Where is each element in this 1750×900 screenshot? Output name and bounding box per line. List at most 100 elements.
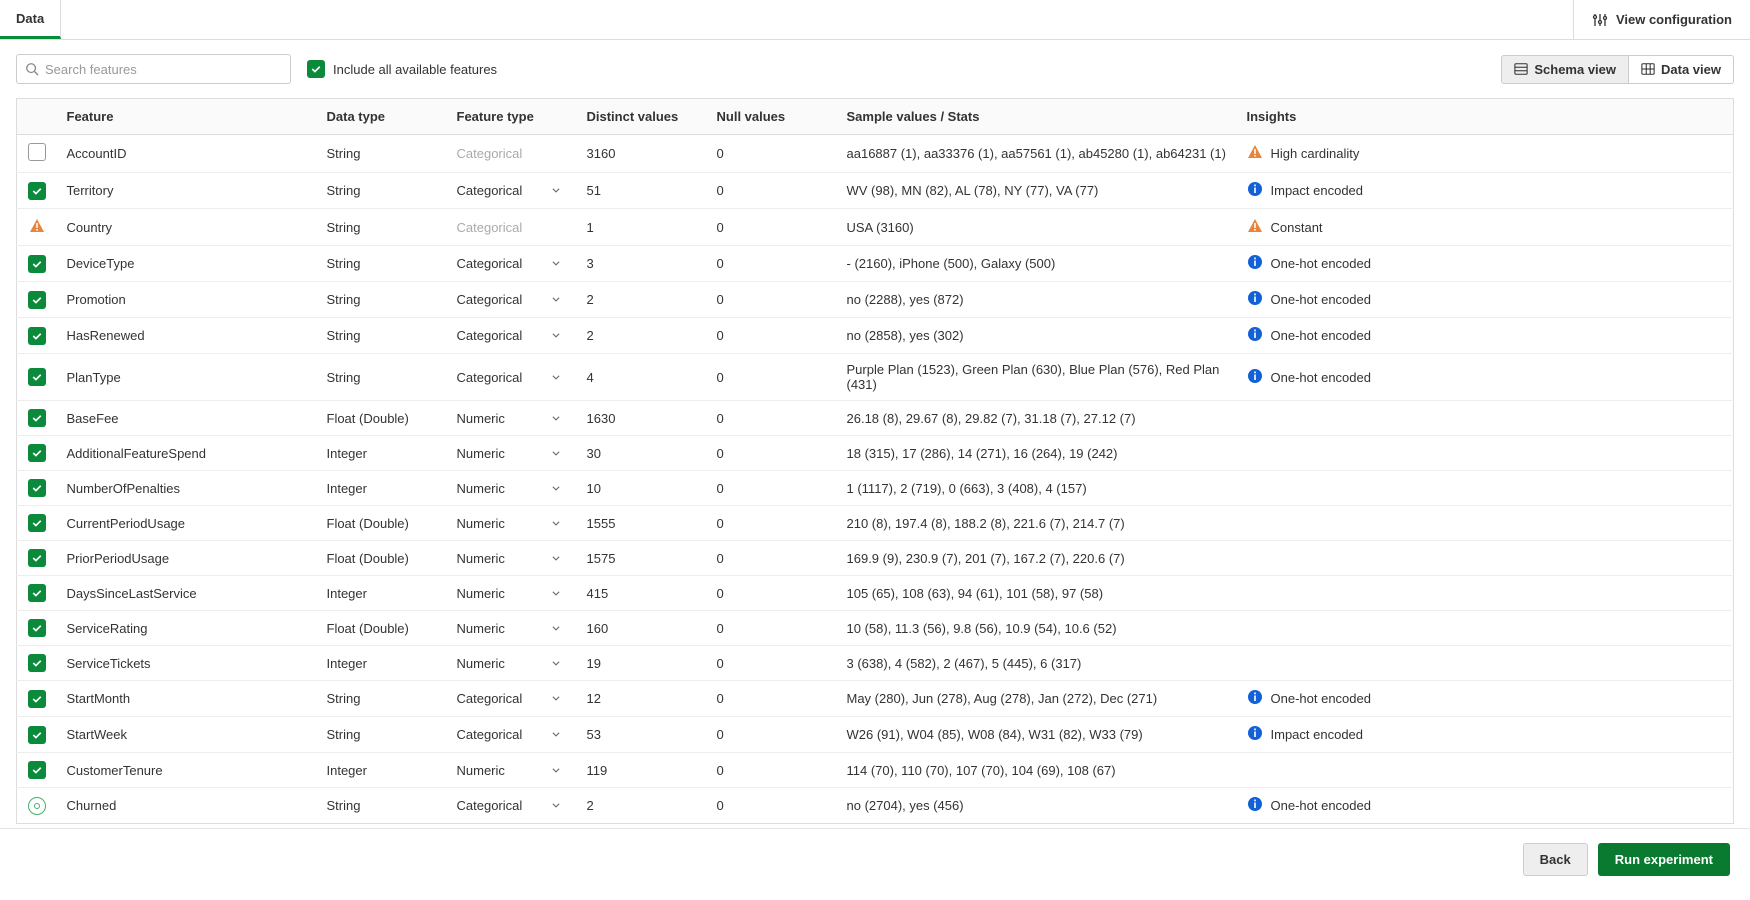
feature-type-cell[interactable]: Numeric	[447, 401, 577, 436]
include-all-checkbox[interactable]	[307, 60, 325, 78]
feature-type: Categorical	[457, 256, 523, 271]
include-all-toggle[interactable]: Include all available features	[307, 60, 497, 78]
data-type: Float (Double)	[317, 506, 447, 541]
row-checkbox[interactable]	[28, 654, 46, 672]
chevron-down-icon[interactable]	[551, 691, 561, 706]
data-view-button[interactable]: Data view	[1629, 55, 1734, 84]
schema-view-button[interactable]: Schema view	[1501, 55, 1629, 84]
insight-text: Impact encoded	[1271, 727, 1364, 742]
col-feature-type: Feature type	[447, 99, 577, 135]
null-values: 0	[707, 576, 837, 611]
feature-type-cell[interactable]: Numeric	[447, 471, 577, 506]
row-checkbox[interactable]	[28, 726, 46, 744]
distinct-values: 51	[577, 173, 707, 209]
chevron-down-icon[interactable]	[551, 798, 561, 813]
insight-text: One-hot encoded	[1271, 370, 1371, 385]
feature-type-cell[interactable]: Numeric	[447, 611, 577, 646]
search-input[interactable]	[45, 62, 282, 77]
row-checkbox[interactable]	[28, 409, 46, 427]
null-values: 0	[707, 135, 837, 173]
row-checkbox[interactable]	[28, 549, 46, 567]
feature-type-cell[interactable]: Numeric	[447, 646, 577, 681]
feature-type-cell[interactable]: Categorical	[447, 354, 577, 401]
chevron-down-icon[interactable]	[551, 586, 561, 601]
chevron-down-icon[interactable]	[551, 292, 561, 307]
null-values: 0	[707, 506, 837, 541]
null-values: 0	[707, 541, 837, 576]
sample-values: May (280), Jun (278), Aug (278), Jan (27…	[837, 681, 1237, 717]
chevron-down-icon[interactable]	[551, 411, 561, 426]
chevron-down-icon[interactable]	[551, 328, 561, 343]
chevron-down-icon[interactable]	[551, 446, 561, 461]
row-checkbox[interactable]	[28, 690, 46, 708]
row-checkbox[interactable]	[28, 479, 46, 497]
feature-name: CustomerTenure	[57, 753, 317, 788]
row-checkbox[interactable]	[28, 584, 46, 602]
view-configuration-button[interactable]: View configuration	[1573, 0, 1750, 39]
chevron-down-icon[interactable]	[551, 481, 561, 496]
row-checkbox[interactable]	[28, 444, 46, 462]
row-checkbox[interactable]	[28, 368, 46, 386]
search-input-wrap[interactable]	[16, 54, 291, 84]
sample-values: 3 (638), 4 (582), 2 (467), 5 (445), 6 (3…	[837, 646, 1237, 681]
chevron-down-icon[interactable]	[551, 370, 561, 385]
chevron-down-icon[interactable]	[551, 183, 561, 198]
row-checkbox[interactable]	[28, 143, 46, 161]
table-row: ServiceTickets Integer Numeric 19 0 3 (6…	[17, 646, 1734, 681]
row-checkbox[interactable]	[28, 255, 46, 273]
feature-type-cell[interactable]: Numeric	[447, 541, 577, 576]
sample-values: 26.18 (8), 29.67 (8), 29.82 (7), 31.18 (…	[837, 401, 1237, 436]
data-view-label: Data view	[1661, 62, 1721, 77]
feature-type-cell[interactable]: Numeric	[447, 753, 577, 788]
info-icon	[1247, 796, 1263, 815]
feature-type-cell[interactable]: Categorical	[447, 717, 577, 753]
sample-values: - (2160), iPhone (500), Galaxy (500)	[837, 246, 1237, 282]
target-icon	[28, 797, 46, 815]
chevron-down-icon[interactable]	[551, 551, 561, 566]
sample-values: 10 (58), 11.3 (56), 9.8 (56), 10.9 (54),…	[837, 611, 1237, 646]
feature-type-cell[interactable]: Numeric	[447, 506, 577, 541]
chevron-down-icon[interactable]	[551, 763, 561, 778]
feature-type-cell[interactable]: Categorical	[447, 318, 577, 354]
null-values: 0	[707, 246, 837, 282]
row-checkbox[interactable]	[28, 182, 46, 200]
feature-type-cell[interactable]: Categorical	[447, 681, 577, 717]
feature-type: Categorical	[457, 691, 523, 706]
table-row: HasRenewed String Categorical 2 0 no (28…	[17, 318, 1734, 354]
null-values: 0	[707, 717, 837, 753]
feature-name: Country	[57, 209, 317, 246]
feature-type-cell[interactable]: Categorical	[447, 788, 577, 824]
chevron-down-icon[interactable]	[551, 516, 561, 531]
row-checkbox[interactable]	[28, 619, 46, 637]
table-row: Promotion String Categorical 2 0 no (228…	[17, 282, 1734, 318]
distinct-values: 119	[577, 753, 707, 788]
feature-type-cell[interactable]: Numeric	[447, 576, 577, 611]
table-row: AccountID String Categorical 3160 0 aa16…	[17, 135, 1734, 173]
feature-type-cell[interactable]: Categorical	[447, 173, 577, 209]
feature-type-cell[interactable]: Categorical	[447, 246, 577, 282]
table-row: PlanType String Categorical 4 0 Purple P…	[17, 354, 1734, 401]
row-checkbox[interactable]	[28, 761, 46, 779]
feature-type-cell[interactable]: Numeric	[447, 436, 577, 471]
back-button[interactable]: Back	[1523, 843, 1588, 876]
row-checkbox[interactable]	[28, 327, 46, 345]
col-data-type: Data type	[317, 99, 447, 135]
chevron-down-icon[interactable]	[551, 656, 561, 671]
chevron-down-icon[interactable]	[551, 256, 561, 271]
feature-name: Churned	[57, 788, 317, 824]
distinct-values: 1	[577, 209, 707, 246]
chevron-down-icon[interactable]	[551, 727, 561, 742]
schema-view-label: Schema view	[1534, 62, 1616, 77]
feature-type: Categorical	[457, 292, 523, 307]
run-experiment-button[interactable]: Run experiment	[1598, 843, 1730, 876]
distinct-values: 4	[577, 354, 707, 401]
chevron-down-icon[interactable]	[551, 621, 561, 636]
tab-data[interactable]: Data	[0, 0, 61, 39]
feature-type-cell[interactable]: Categorical	[447, 282, 577, 318]
null-values: 0	[707, 173, 837, 209]
row-checkbox[interactable]	[28, 514, 46, 532]
table-row: DaysSinceLastService Integer Numeric 415…	[17, 576, 1734, 611]
info-icon	[1247, 689, 1263, 708]
row-checkbox[interactable]	[28, 291, 46, 309]
insight-text: High cardinality	[1271, 146, 1360, 161]
